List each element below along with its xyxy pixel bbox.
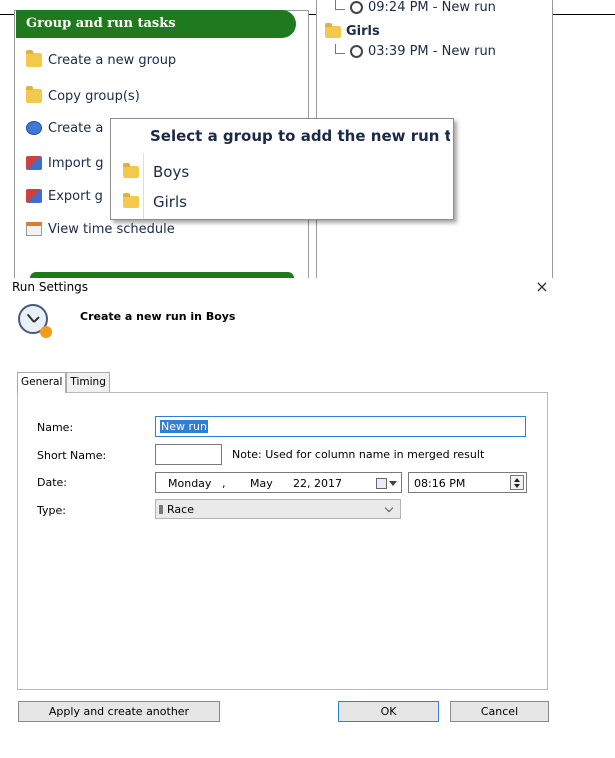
task-export[interactable]: Export g — [26, 185, 103, 207]
time-value: 08:16 PM — [414, 477, 466, 490]
race-icon — [159, 505, 163, 514]
folder-icon — [325, 22, 341, 38]
date-label: Date: — [37, 476, 67, 489]
popup-item-label: Boys — [153, 163, 190, 181]
copy-folder-icon — [26, 86, 42, 103]
calendar-icon — [26, 222, 42, 236]
task-copy-groups[interactable]: Copy group(s) — [26, 85, 140, 107]
tree-run-item[interactable]: 03:39 PM - New run — [335, 43, 496, 59]
name-field[interactable]: New run — [155, 416, 526, 437]
folder-icon — [123, 163, 139, 178]
clock-icon — [26, 121, 42, 135]
tab-strip: General Timing — [17, 372, 110, 393]
name-label: Name: — [37, 421, 74, 434]
popup-item-label: Girls — [153, 193, 187, 211]
popup-item-boys[interactable]: Boys — [123, 160, 189, 184]
task-label: Export g — [48, 188, 103, 204]
tree-group-item[interactable]: Girls — [325, 22, 380, 39]
popup-item-girls[interactable]: Girls — [123, 190, 187, 214]
task-import[interactable]: Import g — [26, 152, 104, 174]
import-icon — [26, 156, 42, 170]
tree-run-item[interactable]: 09:24 PM - New run — [335, 0, 496, 15]
calendar-dropdown-icon[interactable] — [376, 476, 398, 490]
type-select[interactable]: Race — [155, 499, 401, 519]
clock-icon — [350, 45, 363, 58]
group-select-popup: Select a group to add the new run to Boy… — [110, 118, 454, 220]
apply-create-another-button[interactable]: Apply and create another — [18, 701, 220, 722]
dialog-title: Run Settings — [12, 280, 89, 294]
short-name-note: Note: Used for column name in merged res… — [232, 448, 485, 461]
tree-branch — [335, 0, 345, 10]
tree-group-label: Girls — [346, 24, 380, 39]
time-picker[interactable]: 08:16 PM — [408, 472, 527, 493]
date-picker[interactable]: Monday , May 22, 2017 — [155, 472, 402, 493]
tree-run-label: 09:24 PM - New run — [368, 0, 496, 15]
tab-general[interactable]: General — [17, 372, 67, 393]
type-value: Race — [167, 503, 194, 516]
export-icon — [26, 189, 42, 203]
close-icon[interactable]: × — [533, 278, 551, 296]
task-label: Create a — [48, 120, 104, 136]
dialog-heading: Create a new run in Boys — [80, 310, 236, 323]
run-settings-dialog: Run Settings × Create a new run in Boys … — [0, 278, 615, 758]
ok-button[interactable]: OK — [338, 701, 439, 722]
name-value: New run — [160, 420, 208, 433]
chevron-down-icon — [384, 503, 394, 513]
task-create-run[interactable]: Create a — [26, 117, 103, 139]
folder-icon — [123, 193, 139, 208]
tree-branch — [335, 43, 345, 54]
date-separator: , — [222, 477, 226, 490]
date-weekday: Monday — [168, 477, 212, 490]
task-view-schedule[interactable]: View time schedule — [26, 218, 175, 240]
tree-run-label: 03:39 PM - New run — [368, 44, 496, 59]
clock-icon — [350, 1, 363, 14]
run-clock-icon — [18, 304, 52, 338]
task-label: Copy group(s) — [48, 88, 140, 104]
date-month: May — [250, 477, 273, 490]
task-label: Import g — [48, 155, 104, 171]
task-create-group[interactable]: Create a new group — [26, 49, 176, 71]
popup-title: Select a group to add the new run to — [150, 127, 450, 145]
date-day-year: 22, 2017 — [293, 477, 342, 490]
task-header: Group and run tasks — [16, 10, 296, 38]
spinner-icon[interactable] — [510, 475, 524, 490]
task-label: Create a new group — [48, 52, 177, 68]
task-label: View time schedule — [48, 221, 175, 237]
short-name-label: Short Name: — [37, 449, 107, 462]
tab-timing[interactable]: Timing — [66, 372, 110, 392]
type-label: Type: — [37, 504, 66, 517]
folder-icon — [26, 50, 42, 67]
short-name-field[interactable] — [155, 444, 222, 465]
background-app-view: Group and run tasks Create a new group C… — [0, 0, 615, 278]
cancel-button[interactable]: Cancel — [450, 701, 549, 722]
